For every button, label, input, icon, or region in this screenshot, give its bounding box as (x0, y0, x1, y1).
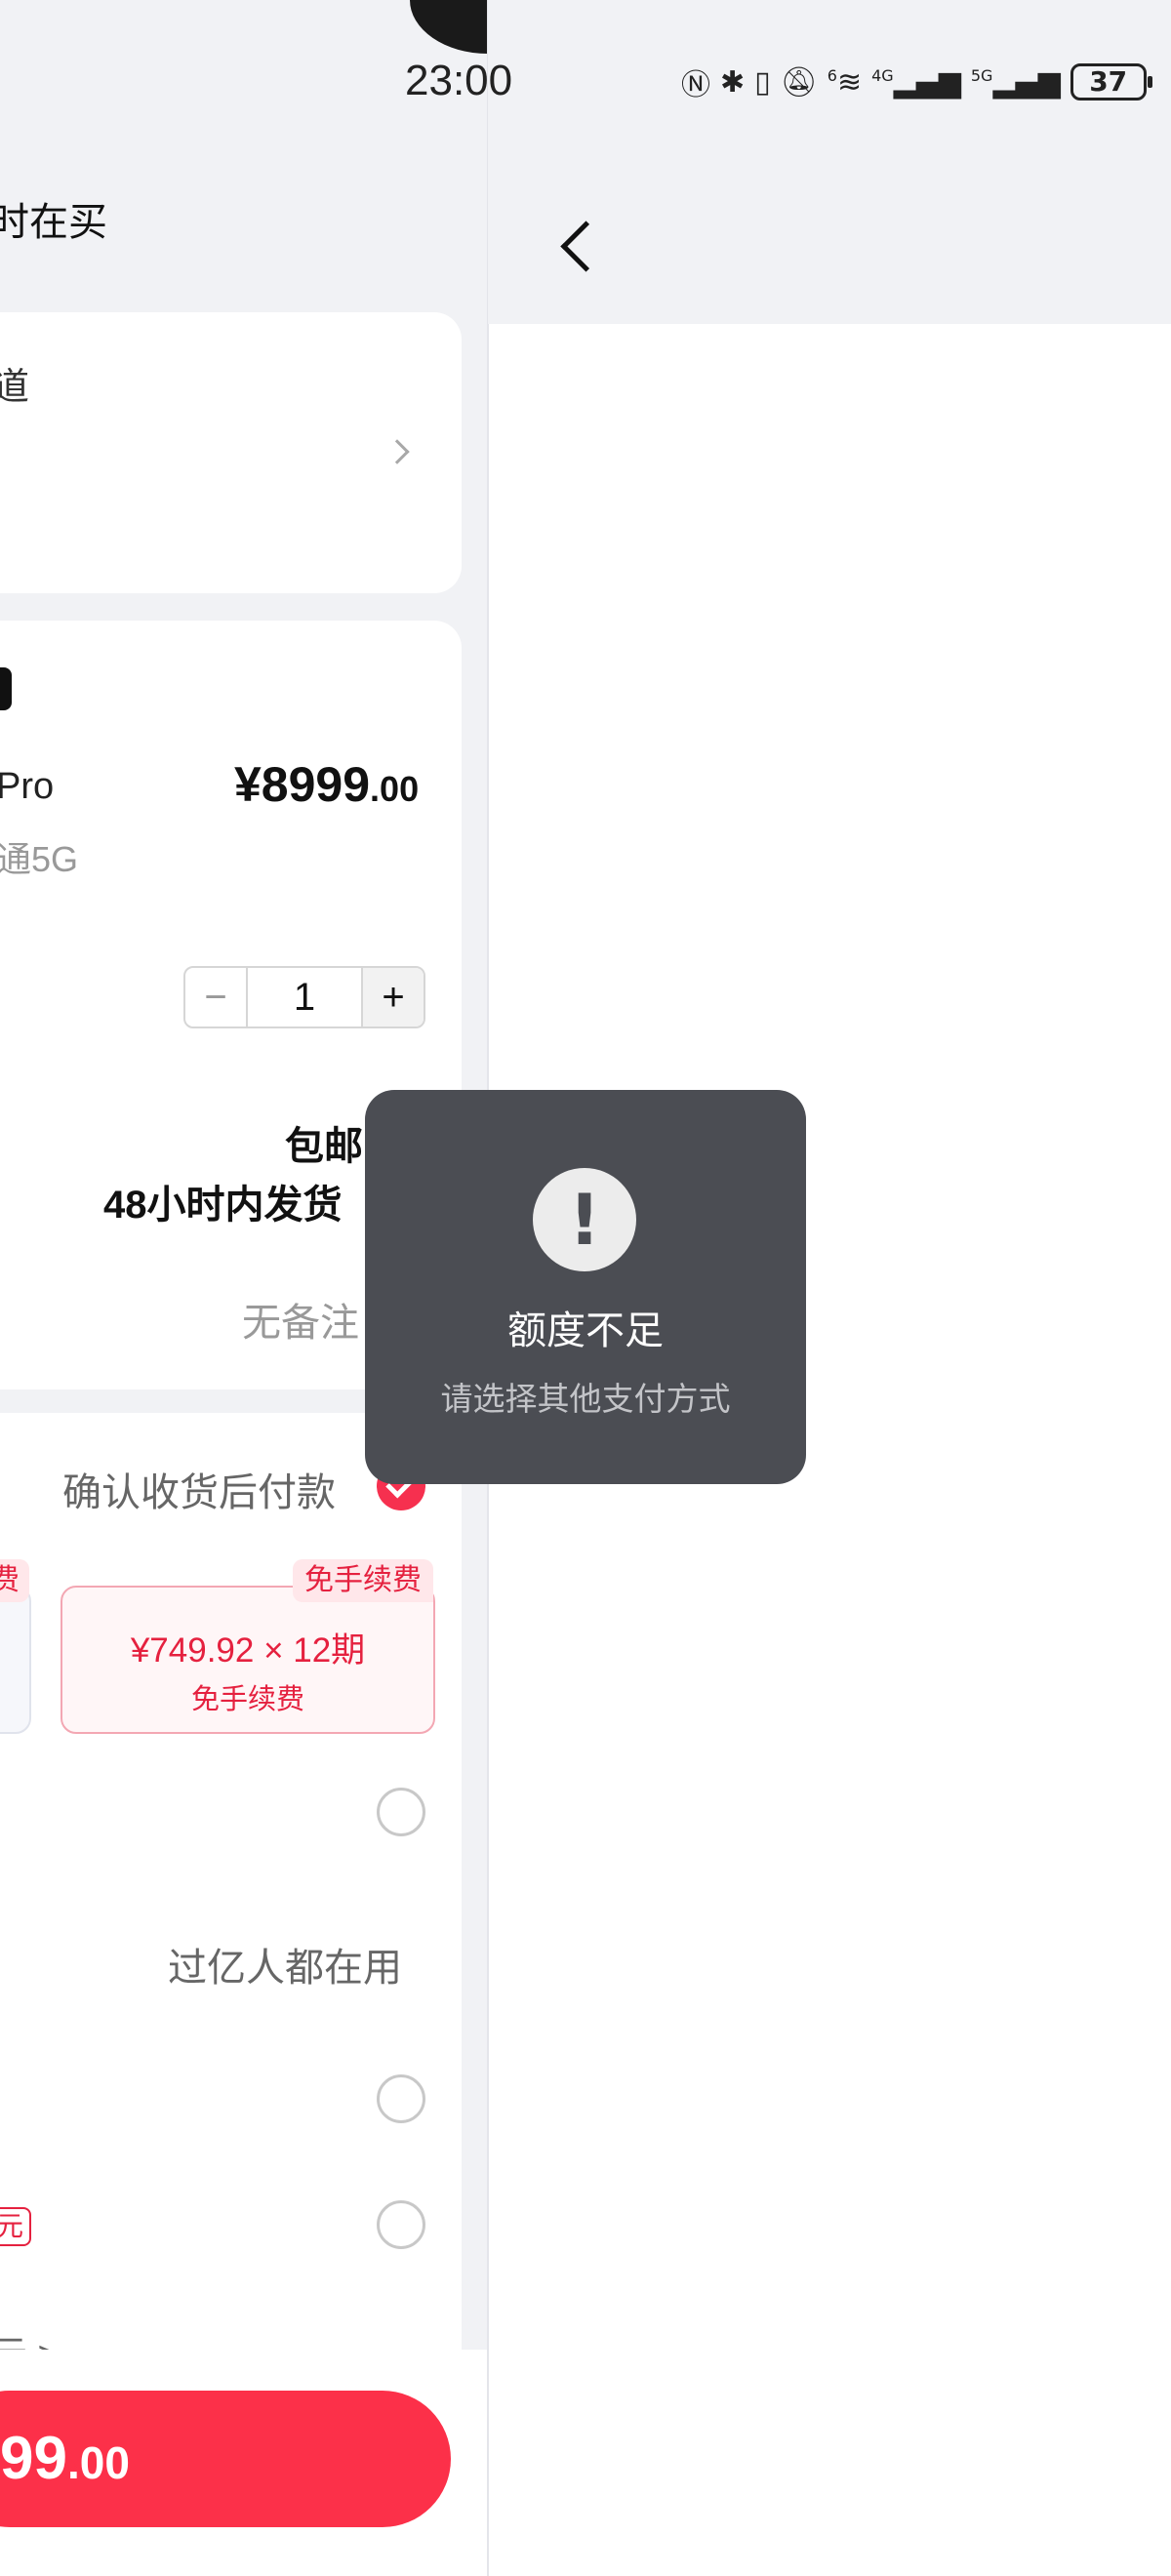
bluetooth-icon: ✱ (720, 64, 746, 100)
delivery-time-label: 48小时内发货 (103, 1184, 343, 1227)
installment-option-partial[interactable] (0, 1586, 31, 1734)
free-shipping-label: 包邮 (285, 1125, 363, 1168)
exclamation-icon: ! (533, 1168, 636, 1271)
status-time: 23:00 (405, 57, 513, 104)
installment-fee-note: 免手续费 (190, 1684, 304, 1715)
signal-4g-icon: 4G▂▄▆ (871, 64, 961, 100)
status-icons: Ⓝ ✱ ▯ 🔕︎ 6≋ 4G▂▄▆ 5G▂▄▆ 37 (681, 60, 1152, 103)
address-text-fragment: 道 (0, 367, 30, 408)
coupon-tag-fragment: 元 (0, 2207, 32, 2246)
pay-after-receipt-label: 确认收货后付款 (62, 1471, 336, 1514)
payment-radio-3[interactable] (377, 2200, 425, 2249)
installment-amount: ¥749.92 × 12期 (130, 1631, 366, 1670)
mute-icon: 🔕︎ (780, 64, 818, 100)
no-fee-tag: 免手续费 (293, 1559, 433, 1602)
quantity-plus-button[interactable]: + (361, 968, 424, 1026)
payment-radio-1[interactable] (377, 1788, 425, 1836)
product-name-fragment: Pro (0, 766, 55, 807)
submit-payment-button[interactable]: 99.00 (0, 2391, 451, 2527)
signal-5g-icon: 5G▂▄▆ (970, 64, 1061, 100)
product-spec-fragment: 通5G (0, 839, 79, 879)
insufficient-credit-toast: ! 额度不足 请选择其他支付方式 (365, 1090, 806, 1484)
vibrate-icon: ▯ (754, 64, 771, 100)
toast-subtitle: 请选择其他支付方式 (440, 1381, 731, 1417)
order-note-label[interactable]: 无备注 (242, 1291, 359, 1348)
popular-payment-label: 过亿人都在用 (168, 1947, 402, 1990)
battery-icon: 37 (1070, 63, 1152, 101)
toast-title: 额度不足 (507, 1309, 664, 1352)
quantity-minus-button[interactable]: − (185, 968, 248, 1026)
installment-option-12[interactable]: ¥749.92 × 12期 免手续费 (61, 1586, 435, 1734)
quantity-stepper: − 1 + (183, 966, 425, 1028)
wifi-6-icon: 6≋ (827, 64, 863, 100)
quantity-value[interactable]: 1 (248, 968, 361, 1026)
product-price: ¥8999.00 (234, 757, 420, 812)
payment-radio-2[interactable] (377, 2074, 425, 2123)
shop-badge-icon (0, 667, 12, 710)
page-title-fragment: 时在买 (0, 201, 107, 244)
back-arrow-icon[interactable] (548, 213, 607, 281)
fee-tag-fragment: 费 (0, 1559, 29, 1602)
nfc-icon: Ⓝ (681, 68, 710, 102)
